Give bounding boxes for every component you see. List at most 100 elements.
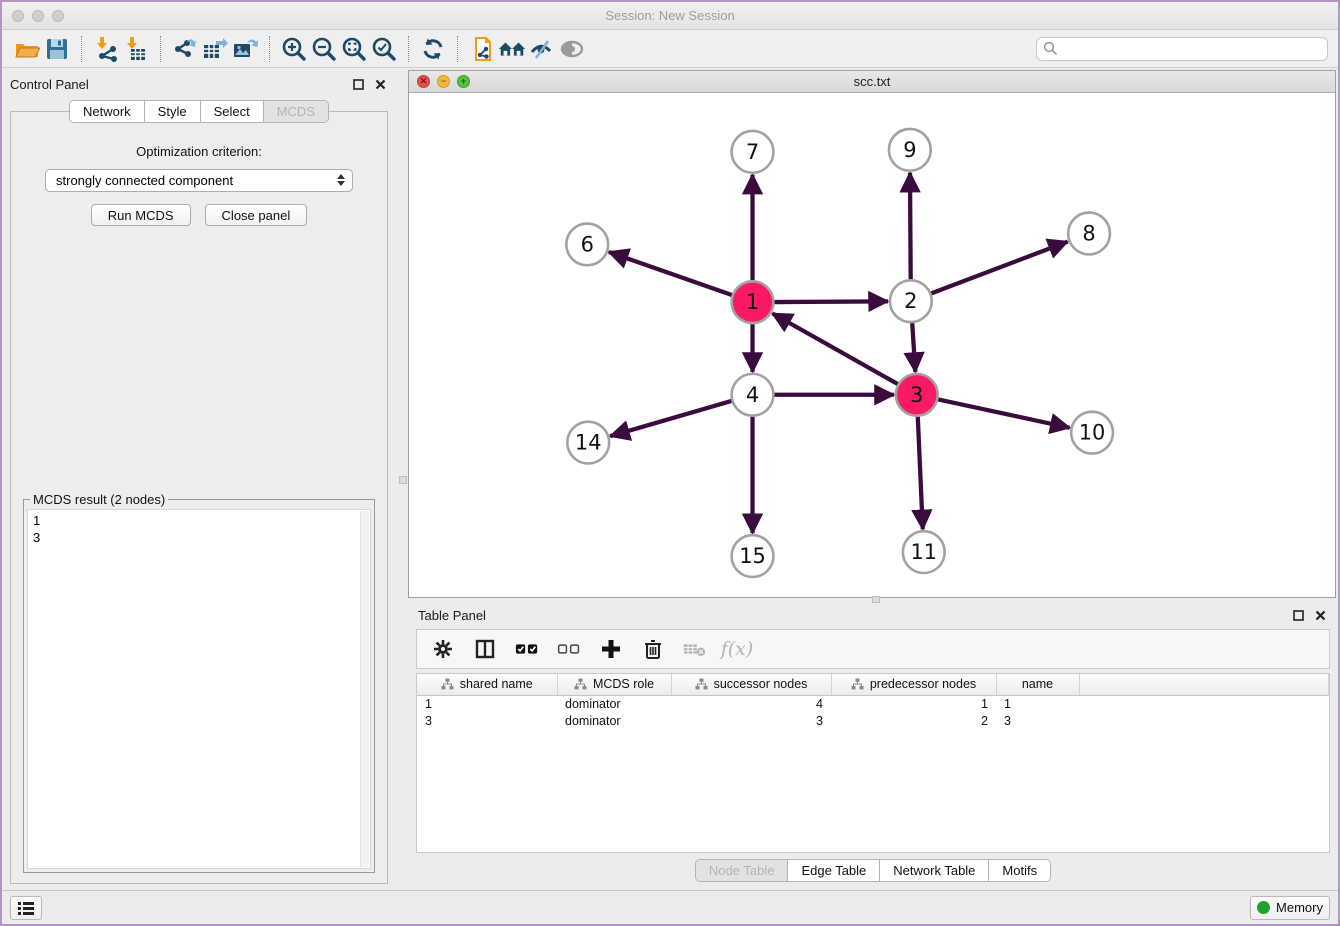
import-network-button[interactable] <box>91 34 121 64</box>
close-panel-icon[interactable] <box>372 76 388 92</box>
import-network-icon <box>92 35 120 63</box>
close-panel-button[interactable]: Close panel <box>205 204 308 226</box>
add-column-icon[interactable] <box>599 637 623 661</box>
table-cell[interactable]: dominator <box>557 695 671 712</box>
network-window-titlebar: ✕ − + scc.txt <box>409 71 1335 93</box>
network-canvas[interactable]: 7 9 6 8 1 2 4 3 14 10 15 11 <box>409 93 1335 597</box>
zoom-out-button[interactable] <box>309 34 339 64</box>
network-canvas-svg[interactable]: 7 9 6 8 1 2 4 3 14 10 15 11 <box>409 93 1335 597</box>
graph-node-3[interactable]: 3 <box>896 374 938 416</box>
import-table-icon <box>122 35 150 63</box>
graph-edge-3-10[interactable] <box>938 399 1069 427</box>
tab-network-table[interactable]: Network Table <box>879 860 988 881</box>
table-cell[interactable]: 1 <box>996 695 1079 712</box>
table-cell[interactable]: 2 <box>831 712 996 729</box>
graph-edge-3-1[interactable] <box>772 313 897 384</box>
tab-edge-table[interactable]: Edge Table <box>787 860 879 881</box>
select-all-icon[interactable] <box>515 637 539 661</box>
delete-column-icon[interactable] <box>641 637 665 661</box>
tab-node-table[interactable]: Node Table <box>696 860 788 881</box>
export-table-button[interactable] <box>200 34 230 64</box>
graph-node-4[interactable]: 4 <box>732 374 774 416</box>
table-cell[interactable]: 3 <box>996 712 1079 729</box>
table-cell[interactable]: dominator <box>557 712 671 729</box>
fit-content-button[interactable] <box>339 34 369 64</box>
export-network-button[interactable] <box>170 34 200 64</box>
splitter-grip[interactable] <box>872 596 880 603</box>
fit-content-icon <box>341 36 367 62</box>
graph-edge-1-6[interactable] <box>609 252 732 295</box>
table-cell[interactable]: 1 <box>417 695 557 712</box>
show-all-button[interactable] <box>557 34 587 64</box>
search-box[interactable] <box>1036 37 1328 61</box>
export-image-button[interactable] <box>230 34 260 64</box>
graph-edge-4-14[interactable] <box>610 401 731 436</box>
hide-selection-button[interactable] <box>527 34 557 64</box>
graph-node-7[interactable]: 7 <box>732 131 774 173</box>
search-input[interactable] <box>1058 41 1321 56</box>
column-header-predecessor-nodes[interactable]: predecessor nodes <box>831 674 996 695</box>
toolbar-separator <box>408 36 409 62</box>
graph-node-8[interactable]: 8 <box>1068 213 1110 255</box>
zoom-selected-button[interactable] <box>369 34 399 64</box>
graph-edge-1-2[interactable] <box>774 301 888 302</box>
graph-node-1[interactable]: 1 <box>732 281 774 323</box>
splitter-grip[interactable] <box>399 476 407 484</box>
table-row[interactable]: 1dominator411 <box>417 695 1329 712</box>
graph-edge-2-3[interactable] <box>912 323 915 372</box>
horizontal-splitter[interactable] <box>408 598 1336 603</box>
table-cell[interactable]: 4 <box>671 695 831 712</box>
svg-text:14: 14 <box>575 431 602 455</box>
graph-node-14[interactable]: 14 <box>567 422 609 464</box>
graph-edge-3-11[interactable] <box>918 417 923 530</box>
tab-select[interactable]: Select <box>200 101 263 122</box>
column-selector-icon[interactable] <box>473 637 497 661</box>
houses-icon <box>497 36 527 62</box>
task-history-button[interactable] <box>10 896 42 920</box>
graph-edge-2-8[interactable] <box>931 242 1067 294</box>
mcds-result-list[interactable]: 1 3 <box>27 509 371 869</box>
graph-node-15[interactable]: 15 <box>732 535 774 577</box>
table-cell[interactable]: 3 <box>417 712 557 729</box>
open-file-button[interactable] <box>12 34 42 64</box>
deselect-all-icon[interactable] <box>557 637 581 661</box>
graph-node-11[interactable]: 11 <box>903 531 945 573</box>
graph-node-6[interactable]: 6 <box>566 224 608 266</box>
window-title: Session: New Session <box>2 8 1338 23</box>
memory-button[interactable]: Memory <box>1250 896 1330 920</box>
tab-motifs[interactable]: Motifs <box>988 860 1050 881</box>
vertical-splitter[interactable] <box>398 68 408 890</box>
new-network-from-selection-button[interactable] <box>467 34 497 64</box>
table-cell[interactable]: 3 <box>671 712 831 729</box>
import-table-button[interactable] <box>121 34 151 64</box>
column-header-shared-name[interactable]: shared name <box>417 674 557 695</box>
table-row[interactable]: 3dominator323 <box>417 712 1329 729</box>
mcds-result-title: MCDS result (2 nodes) <box>30 492 168 507</box>
table-tabs: Node TableEdge TableNetwork TableMotifs <box>416 853 1330 886</box>
first-neighbors-button[interactable] <box>497 34 527 64</box>
refresh-layout-button[interactable] <box>418 34 448 64</box>
zoom-in-button[interactable] <box>279 34 309 64</box>
mcds-result-scrollbar[interactable] <box>360 511 369 867</box>
tab-style[interactable]: Style <box>144 101 200 122</box>
float-panel-icon[interactable] <box>1290 607 1306 623</box>
float-panel-icon[interactable] <box>350 76 366 92</box>
control-panel-title: Control Panel <box>10 77 89 92</box>
close-panel-icon[interactable] <box>1312 607 1328 623</box>
graph-node-10[interactable]: 10 <box>1071 412 1113 454</box>
graph-edge-2-9[interactable] <box>910 173 911 280</box>
tab-network[interactable]: Network <box>70 101 144 122</box>
graph-node-9[interactable]: 9 <box>889 129 931 171</box>
column-header-name[interactable]: name <box>996 674 1079 695</box>
settings-gear-icon[interactable] <box>431 637 455 661</box>
run-mcds-button[interactable]: Run MCDS <box>91 204 191 226</box>
control-panel: Control Panel NetworkStyleSelectMCDS Opt… <box>2 68 398 890</box>
column-header-successor-nodes[interactable]: successor nodes <box>671 674 831 695</box>
column-header-MCDS-role[interactable]: MCDS role <box>557 674 671 695</box>
status-bar: Memory <box>2 890 1338 924</box>
criterion-select[interactable]: strongly connected component <box>45 169 353 192</box>
graph-node-2[interactable]: 2 <box>890 280 932 322</box>
tab-mcds[interactable]: MCDS <box>263 101 328 122</box>
table-cell[interactable]: 1 <box>831 695 996 712</box>
save-session-button[interactable] <box>42 34 72 64</box>
